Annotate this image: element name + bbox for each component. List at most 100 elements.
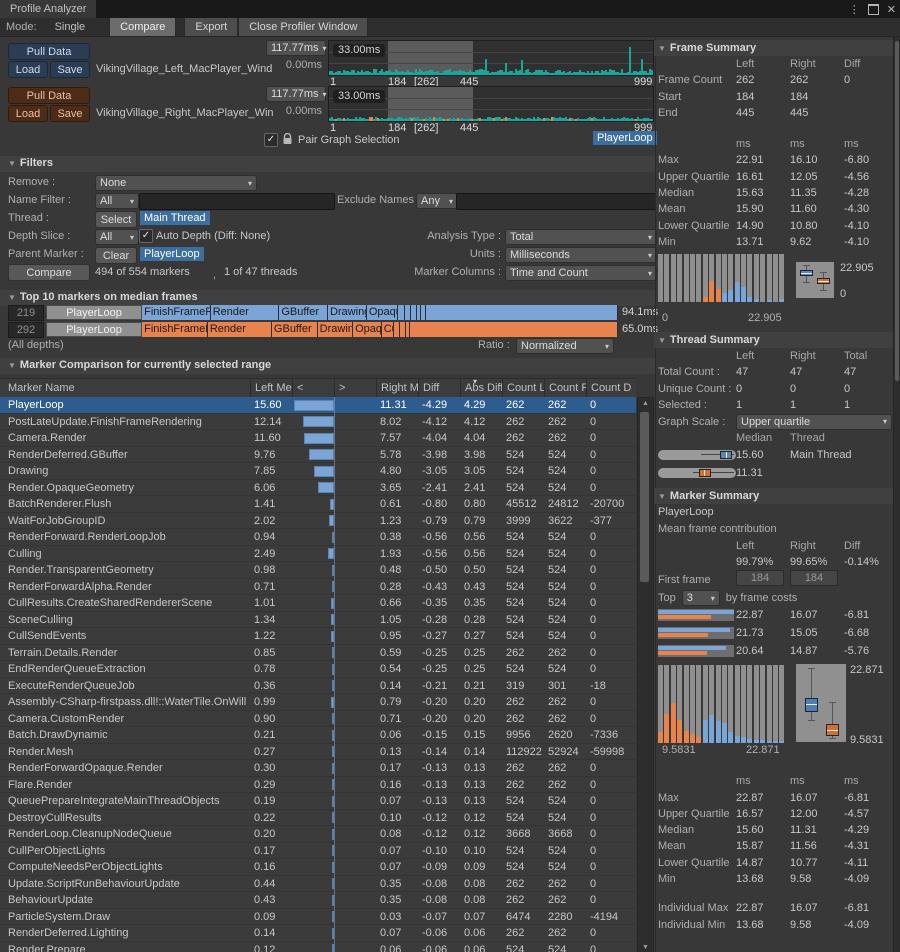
exclude-names-input[interactable] <box>456 193 656 210</box>
column-header-left-me[interactable]: Left Me <box>250 379 292 397</box>
table-row[interactable]: SceneCulling1.341.05-0.280.285245240 <box>0 612 636 629</box>
load-left-button[interactable]: Load <box>8 61 48 78</box>
segment-Render[interactable]: Render <box>208 322 272 337</box>
parent-clear-button[interactable]: Clear <box>95 247 137 264</box>
top10-section-header[interactable]: ▼Top 10 markers on median frames <box>8 291 198 303</box>
segment-Drawing[interactable]: Drawing <box>318 322 353 337</box>
close-icon[interactable]: ✕ <box>887 3 896 16</box>
table-row[interactable]: Update.ScriptRunBehaviourUpdate0.440.35-… <box>0 876 636 893</box>
auto-depth-checkbox[interactable]: ✓ <box>139 229 153 243</box>
segment-Render[interactable]: Render <box>211 305 280 320</box>
table-row[interactable]: CullResults.CreateSharedRendererScene1.0… <box>0 595 636 612</box>
pull-data-right-button[interactable]: Pull Data <box>8 87 90 104</box>
first-frame-right-button[interactable]: 184 <box>790 570 838 586</box>
table-row[interactable]: RenderForwardAlpha.Render0.710.28-0.430.… <box>0 579 636 596</box>
playerloop-marker-badge[interactable]: PlayerLoop <box>593 131 657 145</box>
table-row[interactable]: Render.Mesh0.270.13-0.140.1411292252924-… <box>0 744 636 761</box>
mode-compare-button[interactable]: Compare <box>109 18 176 36</box>
column-header-count-r[interactable]: Count R <box>544 379 586 397</box>
table-row[interactable]: ExecuteRenderQueueJob0.360.14-0.210.2131… <box>0 678 636 695</box>
table-row[interactable]: Camera.Render11.607.57-4.044.042622620 <box>0 430 636 447</box>
table-row[interactable]: BehaviourUpdate0.430.35-0.080.082622620 <box>0 892 636 909</box>
table-scrollbar[interactable]: ▲ ▼ <box>637 397 654 952</box>
analysis-type-dropdown[interactable]: Total▾ <box>505 229 657 245</box>
remove-dropdown[interactable]: None▾ <box>95 175 257 191</box>
table-row[interactable]: ParticleSystem.Draw0.090.03-0.070.076474… <box>0 909 636 926</box>
graph-selection-region[interactable] <box>388 87 473 121</box>
table-row[interactable]: QueuePrepareIntegrateMainThreadObjects0.… <box>0 793 636 810</box>
table-row[interactable]: Terrain.Details.Render0.850.59-0.250.252… <box>0 645 636 662</box>
table-row[interactable]: Render.TransparentGeometry0.980.48-0.500… <box>0 562 636 579</box>
frame-time-graph-right[interactable]: 33.00ms <box>328 86 654 122</box>
column-header-abs-diff[interactable]: Abs Diff▾ <box>460 379 502 397</box>
top-n-dropdown[interactable]: 3▾ <box>682 590 720 606</box>
table-row[interactable]: RenderDeferred.Lighting0.140.07-0.060.06… <box>0 925 636 942</box>
filters-section-header[interactable]: ▼Filters <box>8 157 53 169</box>
table-row[interactable]: PlayerLoop15.6011.31-4.294.292622620 <box>0 397 636 414</box>
segment-GBuffer[interactable]: GBuffer <box>272 322 318 337</box>
table-row[interactable]: Drawing7.854.80-3.053.055245240 <box>0 463 636 480</box>
compare-button[interactable]: Compare <box>8 264 90 281</box>
table-row[interactable]: RenderForwardOpaque.Render0.300.17-0.130… <box>0 760 636 777</box>
export-button[interactable]: Export <box>184 18 238 36</box>
thread-summary-header[interactable]: ▼Thread Summary <box>654 332 893 348</box>
save-right-button[interactable]: Save <box>50 105 90 122</box>
table-row[interactable]: DestroyCullResults0.220.10-0.120.1252452… <box>0 810 636 827</box>
panel-scrollbar[interactable] <box>893 36 900 952</box>
segment-Opaqu[interactable]: Opaqu <box>353 322 382 337</box>
table-row[interactable]: EndRenderQueueExtraction0.780.54-0.250.2… <box>0 661 636 678</box>
segment[interactable] <box>426 305 618 320</box>
table-row[interactable]: RenderDeferred.GBuffer9.765.78-3.983.985… <box>0 447 636 464</box>
exclude-mode-dropdown[interactable]: Any▾ <box>416 193 458 209</box>
column-header-diff[interactable]: Diff <box>418 379 460 397</box>
segment-Cu[interactable]: Cu <box>382 322 395 337</box>
close-profiler-window-button[interactable]: Close Profiler Window <box>238 18 368 36</box>
frame-time-graph-left[interactable]: 33.00ms <box>328 40 654 76</box>
units-dropdown[interactable]: Milliseconds▾ <box>505 247 657 263</box>
depth-slice-dropdown[interactable]: All▾ <box>95 229 139 245</box>
pair-graph-selection-checkbox[interactable]: ✓ <box>264 133 278 147</box>
range-max-dropdown-left[interactable]: 117.77ms▾ <box>266 40 326 56</box>
segment-FinishFrameR[interactable]: FinishFrameR <box>142 322 208 337</box>
segment-Opaqu[interactable]: Opaqu <box>367 305 398 320</box>
table-row[interactable]: CullPerObjectLights0.170.07-0.100.105245… <box>0 843 636 860</box>
save-left-button[interactable]: Save <box>50 61 90 78</box>
column-header-count-d[interactable]: Count D <box>586 379 636 397</box>
segment-Drawing[interactable]: Drawing <box>328 305 367 320</box>
window-tab[interactable]: Profile Analyzer <box>0 0 96 18</box>
table-row[interactable]: Camera.CustomRender0.900.71-0.200.202622… <box>0 711 636 728</box>
column-header-right-m[interactable]: Right M <box>376 379 418 397</box>
column-header-marker-name[interactable]: Marker Name <box>0 379 250 397</box>
scroll-down-icon[interactable]: ▼ <box>638 944 653 951</box>
range-max-dropdown-right[interactable]: 117.77ms▾ <box>266 86 326 102</box>
pull-data-left-button[interactable]: Pull Data <box>8 43 90 60</box>
table-row[interactable]: Flare.Render0.290.16-0.130.132622620 <box>0 777 636 794</box>
segment[interactable] <box>410 322 618 337</box>
table-row[interactable]: Assembly-CSharp-firstpass.dll!::WaterTil… <box>0 694 636 711</box>
ratio-dropdown[interactable]: Normalized▾ <box>516 338 614 354</box>
segment-GBuffer[interactable]: GBuffer <box>279 305 328 320</box>
frame-summary-header[interactable]: ▼Frame Summary <box>654 40 893 56</box>
segment-PlayerLoop[interactable]: PlayerLoop <box>46 322 142 337</box>
name-filter-mode-dropdown[interactable]: All▾ <box>95 193 139 209</box>
column-header--[interactable]: > <box>334 379 376 397</box>
column-header--[interactable]: < <box>292 379 334 397</box>
mode-single-button[interactable]: Single <box>45 18 96 36</box>
table-row[interactable]: ComputeNeedsPerObjectLights0.160.07-0.09… <box>0 859 636 876</box>
marker-columns-dropdown[interactable]: Time and Count▾ <box>505 265 657 281</box>
graph-scale-dropdown[interactable]: Upper quartile▾ <box>736 414 892 430</box>
table-row[interactable]: BatchRenderer.Flush1.410.61-0.800.804551… <box>0 496 636 513</box>
table-row[interactable]: CullSendEvents1.220.95-0.270.275245240 <box>0 628 636 645</box>
table-row[interactable]: Culling2.491.93-0.560.565245240 <box>0 546 636 563</box>
frame-index-button[interactable]: 292 <box>8 322 44 338</box>
first-frame-left-button[interactable]: 184 <box>736 570 784 586</box>
scroll-up-icon[interactable]: ▲ <box>638 400 653 407</box>
table-row[interactable]: Render.Prepare0.120.06-0.060.065245240 <box>0 942 636 952</box>
name-filter-input[interactable] <box>139 193 335 210</box>
marker-summary-header[interactable]: ▼Marker Summary <box>654 488 893 504</box>
table-row[interactable]: RenderLoop.CleanupNodeQueue0.200.08-0.12… <box>0 826 636 843</box>
segment-FinishFrameRe[interactable]: FinishFrameRe <box>142 305 211 320</box>
column-header-count-l[interactable]: Count L <box>502 379 544 397</box>
panel-scrollbar-thumb[interactable] <box>895 41 899 381</box>
table-row[interactable]: Batch.DrawDynamic0.210.06-0.150.15995626… <box>0 727 636 744</box>
